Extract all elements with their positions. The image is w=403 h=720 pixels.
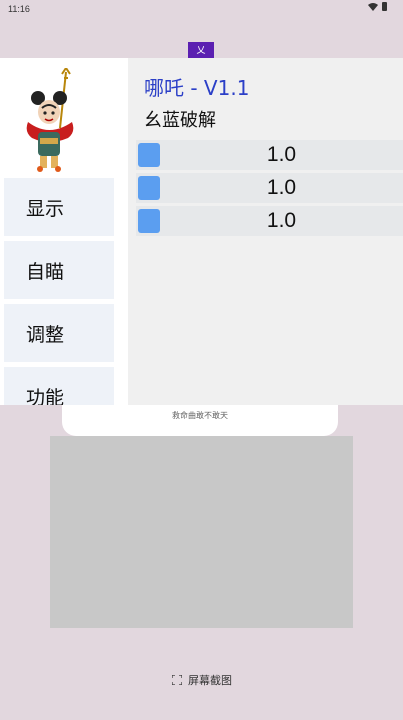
mod-menu-panel: 显示 自瞄 调整 功能 哪吒 - V1.1 幺蓝破解 1.0 1.0 1.0 (0, 58, 403, 405)
screenshot-preview (50, 436, 353, 628)
battery-icon (382, 2, 387, 11)
status-bar: 11:16 (0, 0, 403, 18)
nav-item-aim[interactable]: 自瞄 (4, 241, 114, 299)
nav-item-display[interactable]: 显示 (4, 178, 114, 236)
nav-item-label: 自瞄 (26, 260, 65, 283)
status-icons (368, 2, 387, 11)
menu-content: 哪吒 - V1.1 幺蓝破解 1.0 1.0 1.0 (128, 58, 403, 405)
nav-item-functions[interactable]: 功能 (4, 367, 114, 405)
nezha-avatar (20, 66, 84, 172)
screenshot-label: 屏幕截图 (188, 674, 232, 687)
slider-value: 1.0 (266, 143, 297, 166)
dialog-text: 救命曲敢不敢天 (172, 411, 228, 420)
nav-item-label: 显示 (26, 197, 65, 220)
nav-item-label: 调整 (26, 323, 65, 346)
menu-subtitle: 幺蓝破解 (144, 110, 216, 131)
screenshot-button[interactable]: 屏幕截图 (171, 672, 232, 688)
background-dialog: 救命曲敢不敢天 (62, 400, 338, 436)
status-time: 11:16 (8, 4, 30, 14)
slider-value: 1.0 (266, 176, 297, 199)
menu-sidebar: 显示 自瞄 调整 功能 (0, 58, 116, 405)
wifi-icon (368, 2, 378, 11)
crop-icon (171, 674, 183, 686)
slider-row[interactable]: 1.0 (136, 206, 403, 236)
slider-row[interactable]: 1.0 (136, 140, 403, 170)
nav-item-adjust[interactable]: 调整 (4, 304, 114, 362)
slider-row[interactable]: 1.0 (136, 173, 403, 203)
nav-item-label: 功能 (26, 386, 65, 406)
slider-value: 1.0 (266, 209, 297, 232)
menu-title: 哪吒 - V1.1 (144, 76, 250, 100)
